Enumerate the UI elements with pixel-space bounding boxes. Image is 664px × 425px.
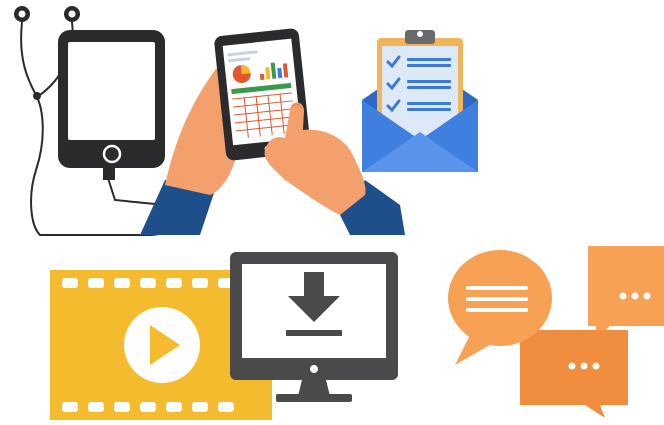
tablet-with-earphones-icon	[14, 6, 177, 236]
chat-bubble-bottom	[520, 330, 628, 418]
typing-dots-icon	[619, 292, 651, 300]
checklist-envelope-icon	[362, 30, 478, 172]
chat-bubbles-icon	[448, 246, 664, 418]
monitor-download-icon	[230, 252, 398, 402]
tablet-screen	[68, 42, 155, 140]
chat-bubble-right	[588, 246, 664, 338]
typing-dots-icon	[568, 362, 600, 370]
message-lines-icon	[466, 286, 528, 312]
illustration-canvas	[14, 6, 664, 420]
